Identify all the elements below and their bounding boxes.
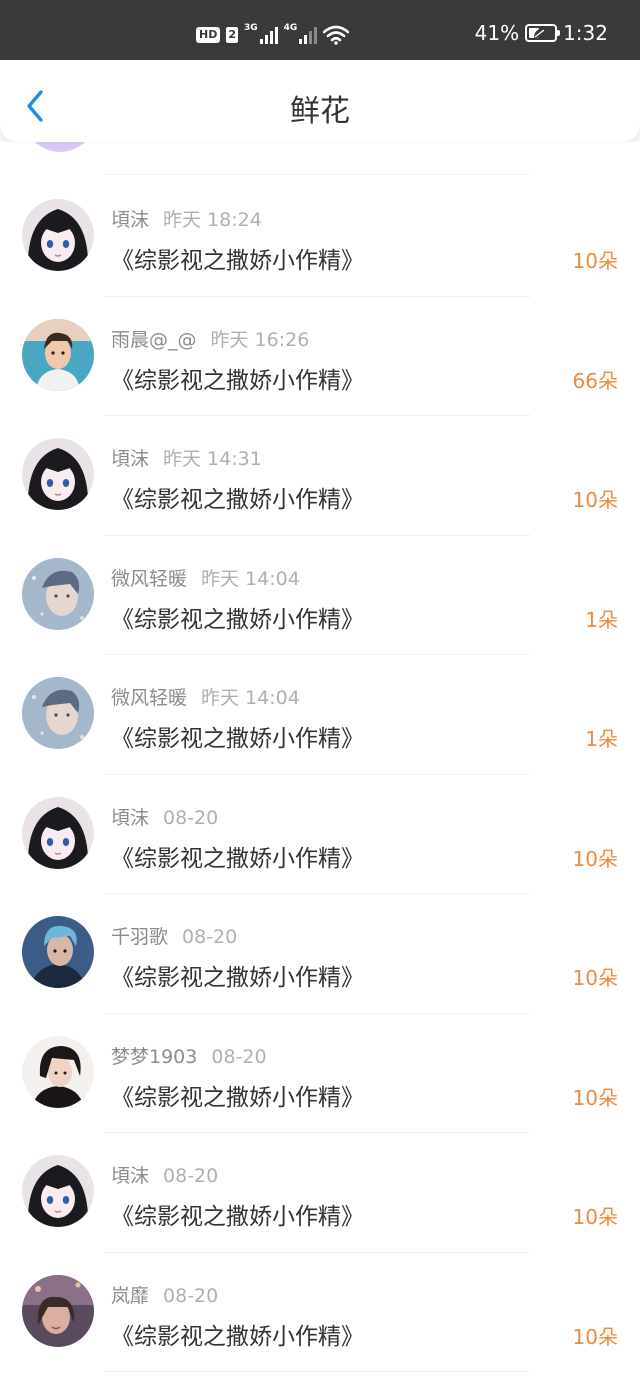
- user-name[interactable]: 頃沫: [111, 807, 149, 829]
- book-title[interactable]: 《综影视之撒娇小作精》: [111, 1317, 364, 1351]
- user-name[interactable]: 頃沫: [111, 448, 149, 470]
- book-title[interactable]: 《综影视之撒娇小作精》: [111, 1197, 364, 1231]
- partial-list-item: [0, 142, 640, 176]
- avatar[interactable]: [22, 796, 94, 869]
- flower-count: 10朵: [572, 488, 618, 512]
- signal-icon-2: [299, 26, 318, 44]
- list-item[interactable]: 微风轻暖 昨天 14:04 《综影视之撒娇小作精》 1朵: [0, 655, 640, 775]
- list-item[interactable]: 頃沫 昨天 18:24 《综影视之撒娇小作精》 10朵: [0, 177, 640, 297]
- list-item[interactable]: 頃沫 昨天 14:31 《综影视之撒娇小作精》 10朵: [0, 416, 640, 536]
- avatar[interactable]: [22, 1035, 94, 1108]
- list-item[interactable]: 微风轻暖 昨天 14:04 《综影视之撒娇小作精》 1朵: [0, 536, 640, 655]
- hd-badge: HD: [196, 27, 221, 43]
- gift-meta: 梦梦1903 08-20: [111, 1042, 267, 1069]
- flower-count: 10朵: [572, 1205, 618, 1229]
- book-title[interactable]: 《综影视之撒娇小作精》: [111, 361, 364, 395]
- gift-meta: 頃沫 昨天 14:31: [111, 444, 262, 471]
- wifi-icon: [323, 25, 350, 45]
- user-name[interactable]: 微风轻暖: [111, 687, 187, 709]
- user-name[interactable]: 雨晨@_@: [111, 329, 197, 351]
- avatar[interactable]: [22, 1155, 94, 1227]
- network-type-2: 4G: [283, 23, 298, 33]
- list-item[interactable]: 頃沫 08-20 《综影视之撒娇小作精》 10朵: [0, 1133, 640, 1253]
- avatar[interactable]: [22, 1274, 94, 1347]
- signal-icon-1: [259, 26, 278, 44]
- avatar[interactable]: [22, 318, 94, 391]
- gift-meta: 微风轻暖 昨天 14:04: [111, 683, 300, 710]
- gift-meta: 微风轻暖 昨天 14:04: [111, 564, 300, 591]
- gift-time: 昨天 14:04: [201, 567, 300, 590]
- flower-count: 66朵: [572, 368, 618, 393]
- leaf-icon: [534, 28, 547, 38]
- user-name[interactable]: 微风轻暖: [111, 568, 187, 590]
- book-title[interactable]: 《综影视之撒娇小作精》: [111, 480, 364, 514]
- book-title[interactable]: 《综影视之撒娇小作精》: [111, 958, 364, 992]
- book-title[interactable]: 《综影视之撒娇小作精》: [111, 1078, 364, 1112]
- avatar: [24, 142, 96, 152]
- battery-percent: 41%: [474, 21, 520, 45]
- gift-time: 08-20: [163, 1284, 219, 1307]
- list-item[interactable]: 頃沫 08-20 《综影视之撒娇小作精》 10朵: [0, 775, 640, 894]
- flower-gift-list: 頃沫 昨天 18:24 《综影视之撒娇小作精》 10朵 雨晨@_@ 昨天 16:26…: [0, 142, 640, 1386]
- gift-meta: 頃沫 昨天 18:24: [111, 205, 262, 232]
- battery-icon: [525, 24, 561, 42]
- gift-time: 昨天 14:04: [201, 687, 300, 709]
- avatar[interactable]: [22, 916, 94, 988]
- page-title: 鲜花: [290, 94, 350, 129]
- divider: [104, 1371, 530, 1372]
- flower-count: 1朵: [585, 727, 618, 751]
- gift-meta: 頃沫 08-20: [111, 1161, 218, 1188]
- gift-time: 08-20: [211, 1045, 267, 1068]
- book-title[interactable]: 《综影视之撒娇小作精》: [111, 839, 364, 873]
- flower-count: 10朵: [572, 966, 618, 990]
- clock: 1:32: [563, 21, 608, 45]
- avatar[interactable]: [22, 557, 94, 630]
- book-title[interactable]: 《综影视之撒娇小作精》: [111, 719, 364, 753]
- status-right: 41% 1:32: [475, 18, 608, 48]
- status-bar: HD 2 3G 4G 41% 1:32: [0, 0, 640, 60]
- list-item[interactable]: 千羽歌 08-20 《综影视之撒娇小作精》 10朵: [0, 894, 640, 1014]
- list-item[interactable]: 雨晨@_@ 昨天 16:26 《综影视之撒娇小作精》 66朵: [0, 297, 640, 416]
- flower-count: 10朵: [572, 1324, 618, 1349]
- gift-time: 昨天 16:26: [210, 328, 310, 351]
- gift-time: 昨天 18:24: [163, 209, 262, 231]
- gift-time: 08-20: [163, 806, 219, 829]
- gift-meta: 頃沫 08-20: [111, 803, 218, 830]
- user-name[interactable]: 頃沫: [111, 1165, 149, 1187]
- flower-count: 10朵: [572, 1085, 618, 1110]
- avatar[interactable]: [22, 438, 94, 510]
- gift-meta: 千羽歌 08-20: [111, 922, 237, 949]
- gift-meta: 雨晨@_@ 昨天 16:26: [111, 325, 309, 352]
- book-title[interactable]: 《综影视之撒娇小作精》: [111, 600, 364, 634]
- user-name[interactable]: 梦梦1903: [111, 1046, 197, 1068]
- gift-meta: 岚靡 08-20: [111, 1281, 218, 1308]
- user-name[interactable]: 岚靡: [111, 1285, 149, 1307]
- flower-count: 10朵: [572, 846, 618, 871]
- book-title[interactable]: 《综影视之撒娇小作精》: [111, 241, 364, 275]
- divider: [104, 174, 530, 175]
- list-item[interactable]: 岚靡 08-20 《综影视之撒娇小作精》 10朵: [0, 1253, 640, 1372]
- flower-count: 10朵: [572, 249, 618, 273]
- avatar[interactable]: [22, 677, 94, 749]
- flower-count: 1朵: [585, 607, 618, 632]
- gift-time: 08-20: [182, 926, 238, 948]
- user-name[interactable]: 千羽歌: [111, 926, 168, 948]
- list-item[interactable]: 梦梦1903 08-20 《综影视之撒娇小作精》 10朵: [0, 1014, 640, 1133]
- gift-time: 昨天 14:31: [163, 448, 262, 470]
- network-type-1: 3G: [244, 23, 258, 33]
- status-icons: HD 2 3G 4G: [196, 22, 350, 48]
- app-header: 鲜花: [0, 60, 640, 142]
- avatar[interactable]: [22, 199, 94, 271]
- gift-time: 08-20: [163, 1165, 219, 1187]
- sim-badge: 2: [226, 27, 238, 43]
- user-name[interactable]: 頃沫: [111, 209, 149, 231]
